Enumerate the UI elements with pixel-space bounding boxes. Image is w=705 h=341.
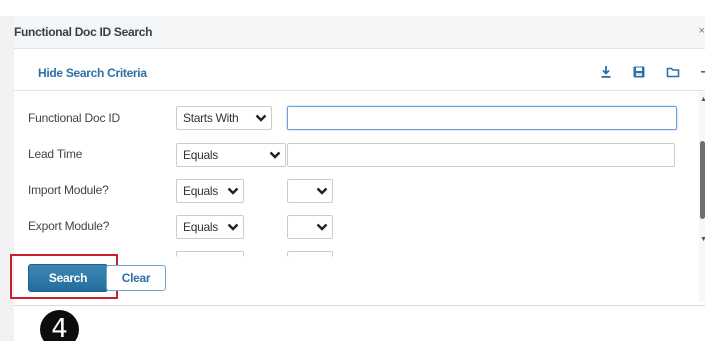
lead-time-label: Lead Time	[28, 147, 83, 161]
close-icon[interactable]: ×	[699, 25, 705, 37]
import-module-label: Import Module?	[28, 183, 109, 197]
dialog-divider	[14, 305, 705, 306]
folder-icon[interactable]	[666, 65, 680, 79]
chevron-down-icon	[316, 187, 328, 195]
import-module-value-select[interactable]	[287, 179, 333, 203]
chevron-down-icon	[227, 187, 239, 195]
functional-doc-id-operator-value: Starts With	[183, 111, 239, 125]
highlight-annotation	[10, 254, 118, 299]
chevron-down-icon	[316, 223, 328, 231]
step-number-badge: 4	[40, 310, 79, 341]
lead-time-operator-value: Equals	[183, 148, 218, 162]
import-module-operator-select[interactable]: Equals	[176, 179, 244, 203]
more-icon[interactable]	[700, 65, 705, 79]
export-module-operator-select[interactable]: Equals	[176, 215, 244, 239]
download-icon[interactable]	[599, 65, 613, 79]
criteria-toolbar: Hide Search Criteria	[14, 56, 705, 91]
search-dialog: Functional Doc ID Search × Hide Search C…	[10, 16, 705, 341]
top-gap	[0, 0, 705, 16]
dialog-title: Functional Doc ID Search	[14, 25, 153, 39]
hide-search-criteria-link[interactable]: Hide Search Criteria	[38, 66, 147, 80]
scroll-down-icon[interactable]: ▼	[700, 236, 705, 243]
export-module-label: Export Module?	[28, 219, 110, 233]
lead-time-operator-select[interactable]: Equals	[176, 143, 286, 167]
save-icon[interactable]	[632, 65, 646, 79]
export-module-value-select[interactable]	[287, 215, 333, 239]
page: Functional Doc ID Search × Hide Search C…	[0, 0, 705, 341]
clear-button[interactable]: Clear	[106, 265, 166, 291]
dialog-title-bar: Functional Doc ID Search ×	[14, 16, 705, 49]
next-row-value-select[interactable]	[287, 251, 333, 257]
chevron-down-icon	[227, 223, 239, 231]
functional-doc-id-operator-select[interactable]: Starts With	[176, 106, 272, 130]
scroll-up-icon[interactable]: ▲	[700, 96, 705, 103]
chevron-down-icon	[269, 151, 281, 159]
functional-doc-id-label: Functional Doc ID	[28, 111, 120, 125]
export-module-operator-value: Equals	[183, 220, 218, 234]
scrollbar-thumb[interactable]	[700, 141, 705, 219]
next-row-operator-select[interactable]	[176, 251, 244, 257]
chevron-down-icon	[255, 114, 267, 122]
functional-doc-id-input[interactable]	[287, 106, 677, 130]
import-module-operator-value: Equals	[183, 184, 218, 198]
lead-time-input[interactable]	[287, 143, 675, 167]
